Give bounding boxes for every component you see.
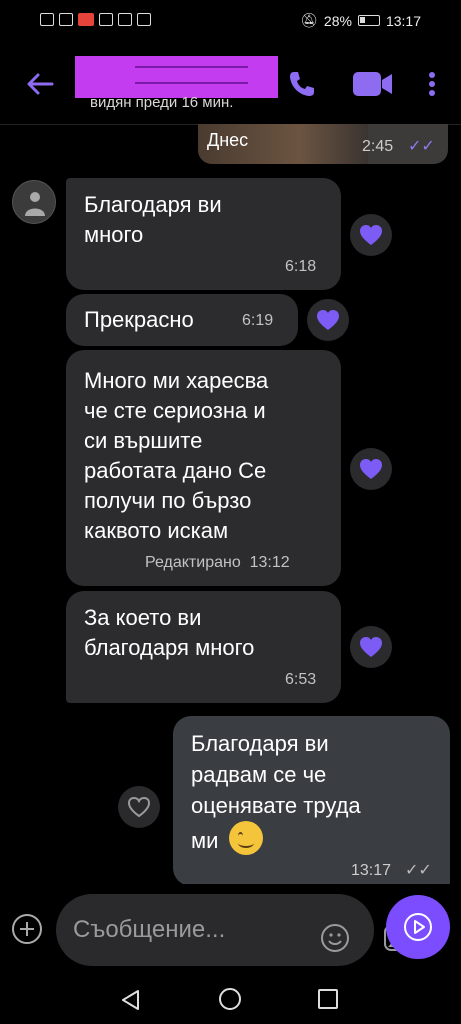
status-bar: 🔕︎ 28% 13:17: [0, 0, 461, 44]
contact-name-redacted[interactable]: [75, 56, 278, 98]
wifi-icon: [59, 13, 73, 26]
delivered-ticks-icon: ✓✓: [405, 862, 432, 879]
message-time: 6:18: [285, 258, 317, 275]
message-line: оценявате труда: [191, 793, 361, 818]
message-input-placeholder: Съобщение...: [73, 916, 226, 943]
incoming-message[interactable]: Много ми харесва че сте сериозна и си въ…: [66, 350, 341, 586]
message-time: 6:19: [242, 312, 274, 329]
previous-image-message[interactable]: Днес 2:45 ✓✓: [198, 124, 448, 164]
sim-icon: [40, 13, 54, 26]
video-call-icon[interactable]: [352, 70, 394, 98]
outgoing-message[interactable]: Благодаря ви радвам се че оценявате труд…: [173, 716, 450, 886]
message-time: 13:17: [351, 862, 392, 879]
message-line: много: [84, 222, 144, 247]
message-line: радвам се че: [191, 762, 327, 787]
notification-icons: [40, 13, 151, 26]
message-input[interactable]: Съобщение...: [56, 894, 414, 966]
heart-icon: [360, 637, 382, 657]
like-reaction-button[interactable]: [307, 299, 349, 341]
message-line: Благодаря ви: [191, 731, 329, 756]
send-voice-button[interactable]: [386, 895, 450, 959]
play-send-icon: [404, 913, 432, 941]
mail-icon: [99, 13, 113, 26]
clock: 13:17: [385, 12, 421, 29]
message-line: ми: [191, 828, 219, 853]
message-line: си вършите: [84, 428, 203, 453]
contact-avatar[interactable]: [12, 180, 56, 224]
chat-header: видян преди 16 мин.: [0, 44, 461, 125]
heart-icon: [360, 225, 382, 245]
message-time: Редактирано 13:12: [145, 554, 290, 571]
mail-icon: [137, 13, 151, 26]
sticker-icon[interactable]: [320, 923, 350, 953]
heart-icon: [360, 459, 382, 479]
heart-icon: [317, 310, 339, 330]
like-reaction-button[interactable]: [350, 214, 392, 256]
message-line: Благодаря ви: [84, 192, 222, 217]
nav-recents-icon[interactable]: [318, 989, 338, 1009]
back-arrow-icon[interactable]: [24, 68, 56, 100]
message-time: 2:45: [362, 138, 394, 155]
person-icon: [25, 192, 45, 216]
message-line: благодаря много: [84, 635, 255, 660]
message-line: Много ми харесва: [84, 368, 269, 393]
incoming-message[interactable]: За което ви благодаря много 6:53: [66, 591, 341, 703]
smiling-emoji-icon: [228, 821, 263, 855]
message-line: Прекрасно: [84, 307, 194, 332]
add-attachment-icon[interactable]: [12, 914, 42, 944]
message-line: че сте сериозна и: [84, 398, 266, 423]
battery-icon: [357, 15, 380, 26]
last-seen-status: видян преди 16 мин.: [90, 94, 234, 111]
system-nav-bar: [0, 976, 461, 1024]
message-line: работата дано Се: [84, 458, 267, 483]
battery-percent: 28%: [323, 12, 352, 29]
message-line: каквото искам: [84, 518, 229, 543]
viber-icon: [118, 13, 132, 26]
incoming-message[interactable]: Прекрасно 6:19: [66, 294, 298, 346]
like-reaction-button[interactable]: [350, 626, 392, 668]
message-line: За което ви: [84, 605, 202, 630]
mute-icon: 🔕︎: [300, 12, 318, 28]
nav-back-icon[interactable]: [120, 989, 142, 1011]
message-line: получи по бързо: [84, 488, 252, 513]
app-notification-icon: [78, 13, 94, 26]
message-composer: Съобщение...: [0, 884, 461, 976]
heart-outline-icon: [127, 796, 151, 818]
read-ticks-icon: ✓✓: [408, 138, 435, 155]
like-reaction-button[interactable]: [350, 448, 392, 490]
nav-home-icon[interactable]: [219, 988, 241, 1010]
phone-icon[interactable]: [286, 68, 318, 100]
message-text: Днес: [207, 130, 249, 150]
incoming-message[interactable]: Благодаря ви много 6:18: [66, 178, 341, 290]
message-time: 6:53: [285, 671, 317, 688]
like-reaction-button[interactable]: [118, 786, 160, 828]
more-options-icon[interactable]: [424, 68, 440, 100]
